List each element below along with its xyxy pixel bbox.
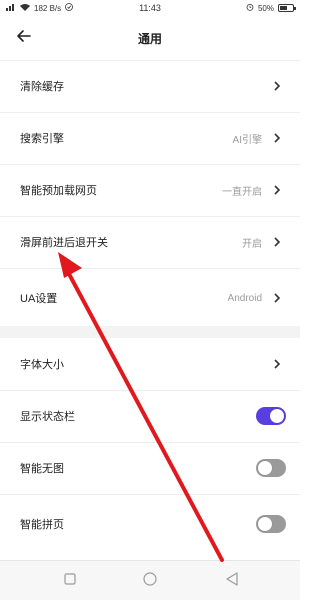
setting-value: AI引擎 bbox=[232, 134, 262, 146]
toggle-knob bbox=[258, 461, 272, 475]
toggle-no-image[interactable] bbox=[256, 459, 286, 477]
navigation-bar bbox=[0, 560, 300, 600]
setting-page-join: 智能拼页 bbox=[0, 498, 300, 550]
status-right: 50% bbox=[246, 3, 296, 13]
circle-icon bbox=[143, 571, 157, 591]
toggle-page-join[interactable] bbox=[256, 515, 286, 533]
setting-search-engine[interactable]: 搜索引擎 AI引擎 bbox=[0, 112, 300, 164]
setting-preload[interactable]: 智能预加载网页 一直开启 bbox=[0, 164, 300, 216]
setting-label: 智能预加载网页 bbox=[20, 185, 97, 197]
setting-show-status-bar: 显示状态栏 bbox=[0, 390, 300, 442]
chevron-right-icon bbox=[272, 132, 282, 144]
setting-value: 一直开启 bbox=[222, 186, 262, 198]
back-nav-button[interactable] bbox=[224, 571, 240, 591]
setting-label: 显示状态栏 bbox=[20, 411, 75, 423]
home-button[interactable] bbox=[142, 571, 158, 591]
setting-label: 智能拼页 bbox=[20, 519, 64, 531]
chevron-right-icon bbox=[272, 236, 282, 248]
setting-label: 字体大小 bbox=[20, 359, 64, 371]
setting-font-size[interactable]: 字体大小 bbox=[0, 338, 300, 390]
chevron-right-icon bbox=[272, 184, 282, 196]
setting-no-image: 智能无图 bbox=[0, 442, 300, 494]
battery-percent: 50% bbox=[257, 3, 274, 13]
setting-swipe-navigation[interactable]: 滑屏前进后退开关 开启 bbox=[0, 216, 300, 268]
status-bar: 182 B/s 11:43 50% bbox=[0, 0, 300, 16]
setting-label: 清除缓存 bbox=[20, 81, 64, 93]
setting-clear-cache[interactable]: 清除缓存 bbox=[0, 60, 300, 112]
setting-value: 开启 bbox=[242, 238, 262, 250]
setting-value: Android bbox=[227, 292, 262, 304]
setting-label: UA设置 bbox=[20, 293, 58, 305]
section-gap bbox=[0, 326, 300, 338]
recent-apps-button[interactable] bbox=[62, 573, 78, 589]
header: 通用 bbox=[0, 16, 300, 60]
square-icon bbox=[64, 572, 76, 590]
divider bbox=[0, 268, 300, 269]
alarm-icon bbox=[246, 3, 254, 13]
battery-icon bbox=[278, 4, 296, 12]
chevron-right-icon bbox=[272, 80, 282, 92]
setting-label: 智能无图 bbox=[20, 463, 64, 475]
setting-ua[interactable]: UA设置 Android bbox=[0, 272, 300, 324]
setting-label: 滑屏前进后退开关 bbox=[20, 237, 108, 249]
triangle-back-icon bbox=[225, 571, 239, 591]
setting-label: 搜索引擎 bbox=[20, 133, 64, 145]
page-title: 通用 bbox=[137, 32, 162, 46]
divider bbox=[0, 494, 300, 495]
toggle-knob bbox=[270, 409, 284, 423]
chevron-right-icon bbox=[272, 292, 282, 304]
chevron-right-icon bbox=[272, 358, 282, 370]
toggle-show-status-bar[interactable] bbox=[256, 407, 286, 425]
toggle-knob bbox=[258, 517, 272, 531]
